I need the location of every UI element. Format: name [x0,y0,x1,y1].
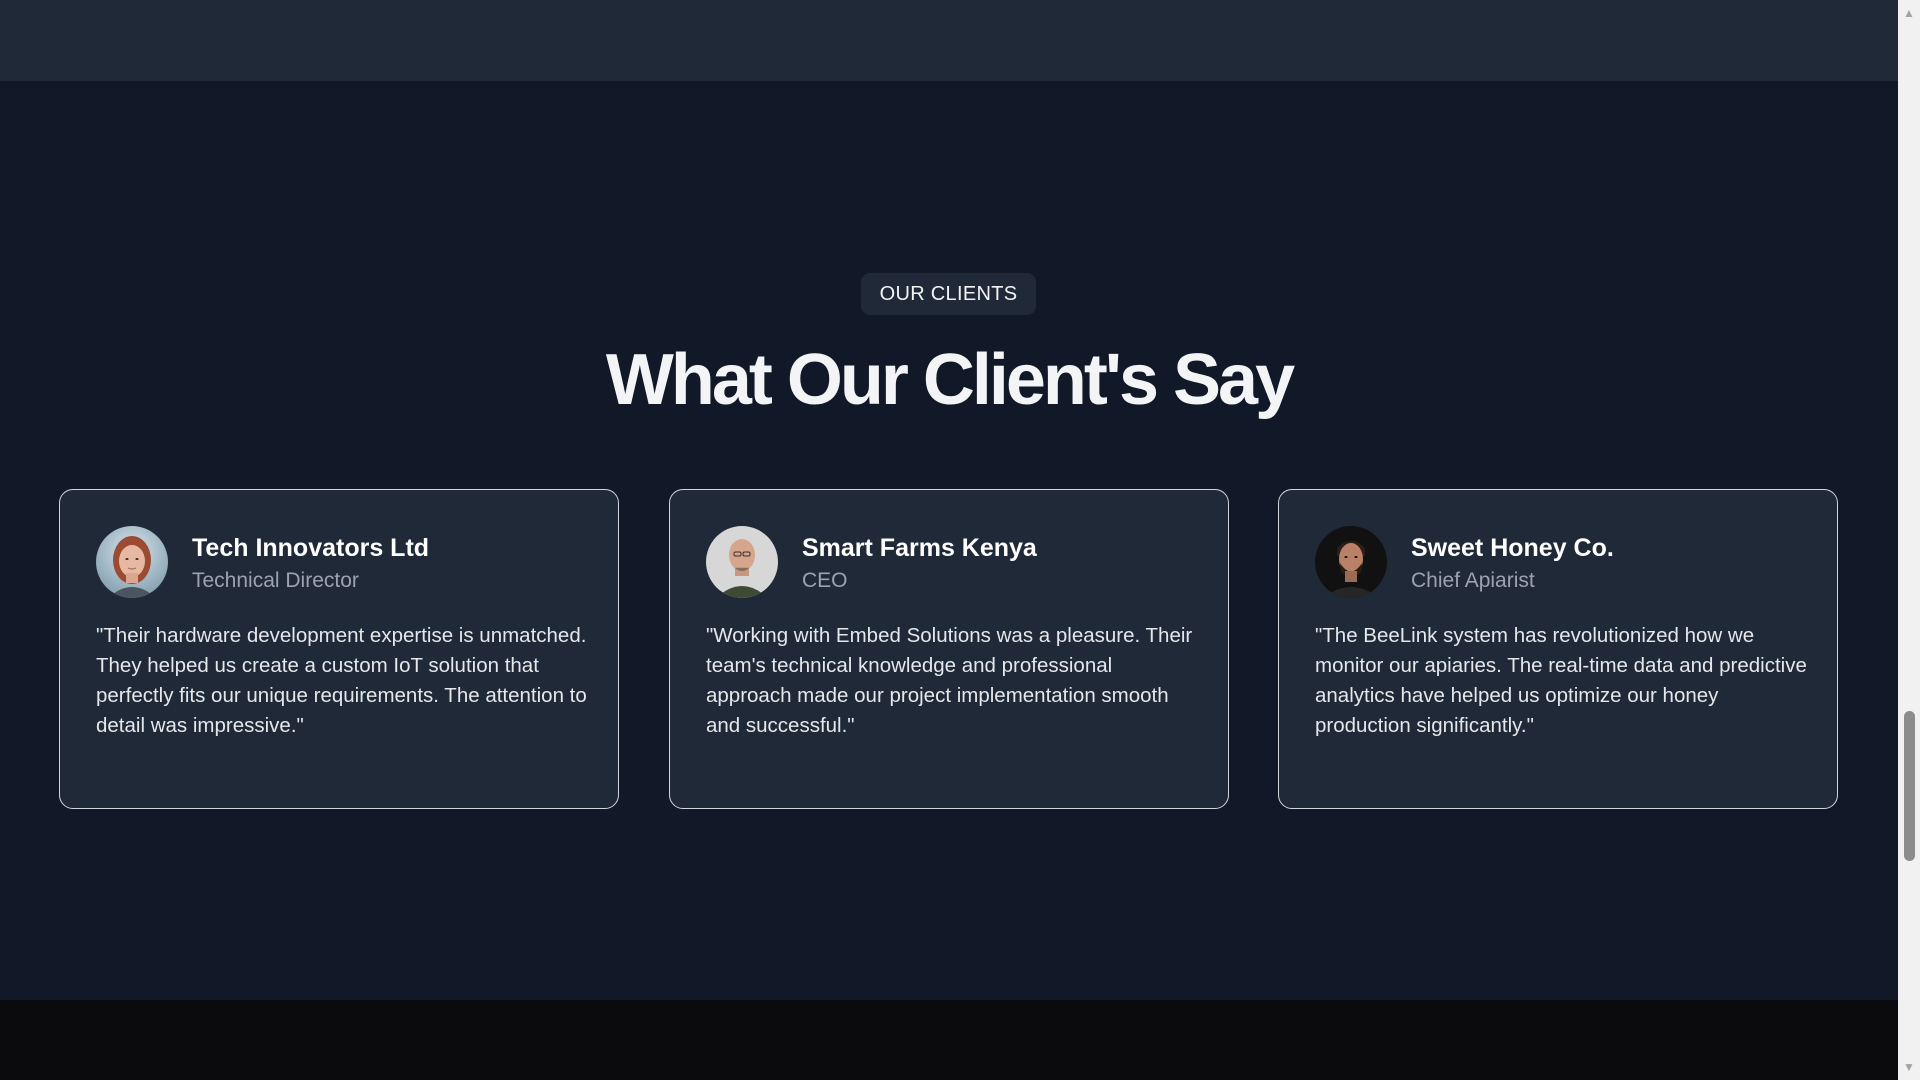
testimonial-card: Smart Farms Kenya CEO "Working with Embe… [669,489,1229,809]
client-avatar [706,526,778,598]
client-role: Chief Apiarist [1411,569,1535,592]
testimonial-quote: "Their hardware development expertise is… [96,624,587,737]
page: OUR CLIENTS What Our Client's Say Tech I… [0,0,1920,1080]
client-role: Technical Director [192,569,359,592]
section-badge: OUR CLIENTS [861,273,1036,315]
testimonial-quote: "The BeeLink system has revolutionized h… [1315,624,1807,737]
testimonial-card: Tech Innovators Ltd Technical Director "… [59,489,619,809]
section-heading: What Our Client's Say [605,340,1295,420]
scrollbar-thumb[interactable] [1904,711,1915,861]
triangle-up-icon[interactable]: ▲ [1898,2,1920,24]
client-role: CEO [802,569,848,592]
bearded-man-avatar-icon [1315,526,1387,598]
testimonial-card: Sweet Honey Co. Chief Apiarist "The BeeL… [1278,489,1838,809]
client-company: Smart Farms Kenya [802,534,1037,562]
client-company: Tech Innovators Ltd [192,534,430,562]
triangle-down-icon[interactable]: ▼ [1898,1056,1920,1078]
client-avatar [1315,526,1387,598]
client-company: Sweet Honey Co. [1411,534,1614,562]
testimonial-quote: "Working with Embed Solutions was a plea… [706,624,1193,737]
bald-man-avatar-icon [706,526,778,598]
top-section [0,0,1898,81]
footer-section [0,1000,1898,1080]
client-avatar [96,526,168,598]
vertical-scrollbar[interactable]: ▲ ▼ [1898,0,1920,1080]
woman-avatar-icon [96,526,168,598]
